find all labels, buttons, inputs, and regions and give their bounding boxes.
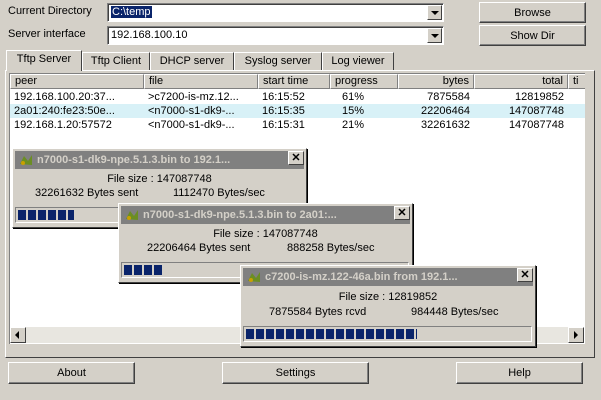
close-icon[interactable]: ✕ bbox=[288, 151, 304, 165]
tab-log-viewer[interactable]: Log viewer bbox=[322, 52, 394, 70]
settings-button[interactable]: Settings bbox=[222, 362, 369, 384]
cell-start-time: 16:15:52 bbox=[262, 91, 305, 103]
chevron-down-icon[interactable] bbox=[427, 5, 442, 20]
column-header-file[interactable]: file bbox=[144, 74, 258, 89]
chevron-down-icon[interactable] bbox=[427, 28, 442, 43]
current-directory-label: Current Directory bbox=[8, 5, 92, 17]
close-icon[interactable]: ✕ bbox=[394, 206, 410, 220]
tab-tftp-client[interactable]: Tftp Client bbox=[82, 52, 150, 70]
dialog-progress-bar bbox=[243, 326, 532, 342]
tftp-app-icon bbox=[126, 210, 138, 220]
dialog-bytes-transferred: 22206464 Bytes sent bbox=[147, 242, 251, 254]
dialog-bytes-transferred: 7875584 Bytes rcvd bbox=[269, 306, 367, 318]
column-header-total[interactable]: total bbox=[474, 74, 568, 89]
current-directory-value: C:\temp bbox=[111, 6, 152, 18]
server-interface-label: Server interface bbox=[8, 28, 86, 40]
scroll-right-icon[interactable] bbox=[568, 327, 584, 343]
tab-dhcp-server[interactable]: DHCP server bbox=[150, 52, 234, 70]
table-row[interactable]: 192.168.1.20:57572 <n7000-s1-dk9-... 16:… bbox=[10, 118, 585, 132]
dialog-transfer-rate: 984448 Bytes/sec bbox=[411, 306, 499, 318]
column-header-progress[interactable]: progress bbox=[330, 74, 398, 89]
dialog-title: n7000-s1-dk9-npe.5.1.3.bin to 2a01:... bbox=[143, 209, 337, 221]
dialog-file-size: File size : 147087748 bbox=[107, 173, 212, 185]
cell-file: <n7000-s1-dk9-... bbox=[148, 119, 235, 131]
dialog-file-size: File size : 12819852 bbox=[338, 291, 438, 303]
cell-total: 147087748 bbox=[508, 105, 564, 117]
cell-progress: 61% bbox=[342, 91, 365, 103]
cell-file: >c7200-is-mz.12... bbox=[148, 91, 239, 103]
cell-peer: 2a01:240:fe23:50e... bbox=[14, 105, 115, 117]
tftp-app-icon bbox=[20, 155, 32, 165]
scroll-left-icon[interactable] bbox=[10, 327, 26, 343]
progress-fill bbox=[18, 210, 75, 220]
server-interface-value: 192.168.100.10 bbox=[111, 29, 188, 41]
transfer-progress-dialog[interactable]: c7200-is-mz.122-46a.bin from 192.1... ✕ … bbox=[240, 265, 536, 347]
cell-peer: 192.168.1.20:57572 bbox=[14, 119, 112, 131]
tftp-app-icon bbox=[248, 272, 260, 282]
tab-tftp-server[interactable]: Tftp Server bbox=[6, 50, 82, 71]
progress-fill bbox=[124, 265, 163, 275]
tab-syslog-server[interactable]: Syslog server bbox=[234, 52, 322, 70]
dialog-title-bar[interactable]: n7000-s1-dk9-npe.5.1.3.bin to 2a01:... bbox=[121, 206, 410, 224]
server-interface-combo[interactable]: 192.168.100.10 bbox=[107, 26, 444, 45]
about-button[interactable]: About bbox=[8, 362, 135, 384]
show-dir-button[interactable]: Show Dir bbox=[479, 25, 586, 46]
cell-start-time: 16:15:31 bbox=[262, 119, 305, 131]
column-header-start-time[interactable]: start time bbox=[258, 74, 330, 89]
cell-bytes: 22206464 bbox=[421, 105, 470, 117]
cell-total: 12819852 bbox=[515, 91, 564, 103]
browse-button[interactable]: Browse bbox=[479, 2, 586, 23]
cell-progress: 15% bbox=[342, 105, 365, 117]
dialog-transfer-rate: 888258 Bytes/sec bbox=[287, 242, 375, 254]
cell-progress: 21% bbox=[342, 119, 365, 131]
current-directory-combo[interactable]: C:\temp bbox=[107, 3, 444, 22]
progress-fill bbox=[246, 329, 418, 339]
dialog-title: c7200-is-mz.122-46a.bin from 192.1... bbox=[265, 271, 458, 283]
column-header-peer[interactable]: peer bbox=[10, 74, 144, 89]
dialog-title-bar[interactable]: n7000-s1-dk9-npe.5.1.3.bin to 192.1... bbox=[15, 151, 304, 169]
table-row[interactable]: 192.168.100.20:37... >c7200-is-mz.12... … bbox=[10, 90, 585, 104]
cell-bytes: 7875584 bbox=[427, 91, 470, 103]
cell-total: 147087748 bbox=[508, 119, 564, 131]
column-header-time[interactable]: ti bbox=[568, 74, 585, 89]
cell-start-time: 16:15:35 bbox=[262, 105, 305, 117]
dialog-file-size: File size : 147087748 bbox=[213, 228, 318, 240]
dialog-title: n7000-s1-dk9-npe.5.1.3.bin to 192.1... bbox=[37, 154, 231, 166]
column-header-bytes[interactable]: bytes bbox=[398, 74, 474, 89]
dialog-transfer-rate: 1112470 Bytes/sec bbox=[173, 187, 265, 199]
cell-peer: 192.168.100.20:37... bbox=[14, 91, 115, 103]
help-button[interactable]: Help bbox=[456, 362, 583, 384]
dialog-title-bar[interactable]: c7200-is-mz.122-46a.bin from 192.1... bbox=[243, 268, 533, 286]
table-row[interactable]: 2a01:240:fe23:50e... <n7000-s1-dk9-... 1… bbox=[10, 104, 585, 118]
dialog-bytes-transferred: 32261632 Bytes sent bbox=[35, 187, 139, 199]
close-icon[interactable]: ✕ bbox=[517, 268, 533, 282]
cell-bytes: 32261632 bbox=[421, 119, 470, 131]
cell-file: <n7000-s1-dk9-... bbox=[148, 105, 235, 117]
